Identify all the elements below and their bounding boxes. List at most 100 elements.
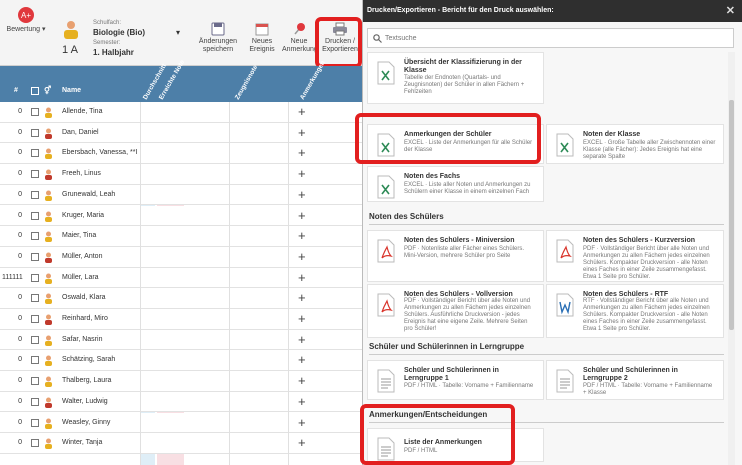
add-note-icon[interactable]: +	[298, 415, 306, 430]
student-name[interactable]: Reinhard, Miro	[62, 315, 108, 322]
row-checkbox[interactable]	[31, 170, 39, 179]
row-checkbox[interactable]	[31, 356, 39, 365]
new-event-button[interactable]: Neues Ereignis	[245, 22, 279, 54]
add-note-icon[interactable]: +	[298, 373, 306, 388]
report-card-class-grades[interactable]: Noten der Klasse EXCEL · Große Tabelle a…	[546, 124, 724, 164]
print-export-dialog: Drucken/Exportieren - Bericht für den Dr…	[362, 0, 742, 465]
table-row[interactable]: 0 Schätzing, Sarah +	[0, 350, 362, 372]
new-note-button[interactable]: Neue Anmerkung	[282, 22, 318, 54]
report-card-group1[interactable]: Schüler und Schülerinnen in Lerngruppe 1…	[367, 360, 544, 400]
scrollbar-thumb[interactable]	[729, 100, 734, 330]
row-checkbox[interactable]	[31, 190, 39, 199]
add-note-icon[interactable]: +	[298, 145, 306, 160]
add-note-icon[interactable]: +	[298, 435, 306, 450]
row-checkbox[interactable]	[31, 211, 39, 220]
row-checkbox[interactable]	[31, 252, 39, 261]
student-name[interactable]: Müller, Lara	[62, 274, 99, 281]
table-row[interactable]: 0 Winter, Tanja +	[0, 433, 362, 454]
add-note-icon[interactable]: +	[298, 290, 306, 305]
row-checkbox[interactable]	[31, 418, 39, 427]
rating-button[interactable]: A+ Bewertung ▾	[6, 6, 46, 34]
table-row[interactable]: 0 Dan, Daniel +	[0, 122, 362, 144]
student-name[interactable]: Ebersbach, Vanessa, **I	[62, 149, 137, 156]
table-row[interactable]: 111111 Müller, Lara +	[0, 267, 362, 289]
table-row[interactable]: 0 Oswald, Klara +	[0, 288, 362, 309]
report-card-rtf[interactable]: Noten des Schülers - RTF RTF · Vollständ…	[546, 284, 724, 338]
student-name[interactable]: Grunewald, Leah	[62, 191, 115, 198]
excel-file-icon	[556, 133, 574, 157]
print-export-button[interactable]: Drucken / Exportieren	[320, 22, 360, 54]
report-card-mini[interactable]: Noten des Schülers - Miniversion PDF · N…	[367, 230, 544, 282]
calendar-icon	[255, 23, 269, 36]
student-name[interactable]: Oswald, Klara	[62, 294, 106, 301]
female-student-icon	[45, 107, 52, 118]
add-note-icon[interactable]: +	[298, 332, 306, 347]
row-checkbox[interactable]	[31, 335, 39, 344]
table-row[interactable]: 0 Müller, Anton +	[0, 246, 362, 268]
add-note-icon[interactable]: +	[298, 208, 306, 223]
student-name[interactable]: Safar, Nasrin	[62, 336, 102, 343]
report-card-subject-grades[interactable]: Noten des Fachs EXCEL · Liste aller Note…	[367, 166, 544, 202]
table-row[interactable]: 0 Allende, Tina +	[0, 102, 362, 123]
table-row[interactable]: 0 Ebersbach, Vanessa, **I +	[0, 143, 362, 165]
student-name[interactable]: Maier, Tina	[62, 232, 96, 239]
report-card-full[interactable]: Noten des Schülers - Vollversion PDF · V…	[367, 284, 544, 338]
save-changes-button[interactable]: Änderungen speichern	[195, 22, 241, 54]
select-all-checkbox[interactable]	[31, 87, 39, 95]
add-note-icon[interactable]: +	[298, 352, 306, 367]
report-card-overview[interactable]: Übersicht der Klassifizierung in der Kla…	[367, 52, 544, 104]
student-name[interactable]: Winter, Tanja	[62, 439, 102, 446]
female-student-icon	[45, 231, 52, 243]
table-row[interactable]: 0 Kruger, Maria +	[0, 205, 362, 227]
row-checkbox[interactable]	[31, 128, 39, 137]
add-note-icon[interactable]: +	[298, 249, 306, 264]
add-note-icon[interactable]: +	[298, 104, 306, 119]
add-note-icon[interactable]: +	[298, 270, 306, 285]
table-row[interactable]: 0 Walter, Ludwig +	[0, 391, 362, 413]
report-card-note-list[interactable]: Liste der Anmerkungen PDF / HTML	[367, 428, 544, 462]
student-name[interactable]: Walter, Ludwig	[62, 398, 108, 405]
table-row[interactable]: 0 Reinhard, Miro +	[0, 309, 362, 330]
svg-text:A+: A+	[21, 11, 31, 20]
save-changes-label: Änderungen speichern	[198, 38, 238, 53]
report-card-student-notes[interactable]: Anmerkungen der Schüler EXCEL · Liste de…	[367, 124, 544, 164]
row-checkbox[interactable]	[31, 108, 39, 116]
student-name[interactable]: Dan, Daniel	[62, 129, 99, 136]
table-row[interactable]: 0 Safar, Nasrin +	[0, 329, 362, 351]
row-checkbox[interactable]	[31, 149, 39, 158]
row-checkbox[interactable]	[31, 397, 39, 406]
report-card-short[interactable]: Noten des Schülers - Kurzversion PDF · V…	[546, 230, 724, 282]
table-row[interactable]: 0 Freeh, Linus +	[0, 164, 362, 185]
class-subject-selector[interactable]: 1 A Schulfach: Biologie (Bio) Semester: …	[58, 14, 188, 58]
add-note-icon[interactable]: +	[298, 228, 306, 243]
table-row[interactable]: 0 Grunewald, Leah +	[0, 184, 362, 206]
student-name[interactable]: Allende, Tina	[62, 108, 102, 115]
row-checkbox[interactable]	[31, 232, 39, 241]
student-name[interactable]: Weasley, Ginny	[62, 419, 110, 426]
add-note-icon[interactable]: +	[298, 125, 306, 140]
row-checkbox[interactable]	[31, 273, 39, 282]
row-number: 0	[18, 418, 22, 426]
student-name[interactable]: Müller, Anton	[62, 253, 102, 260]
table-row[interactable]: 0 Maier, Tina +	[0, 226, 362, 247]
row-number: 0	[18, 397, 22, 405]
name-header[interactable]: Name	[62, 87, 81, 94]
table-row[interactable]: 0 Thalberg, Laura +	[0, 371, 362, 392]
row-checkbox[interactable]	[31, 294, 39, 303]
add-note-icon[interactable]: +	[298, 394, 306, 409]
row-checkbox[interactable]	[31, 439, 39, 448]
search-box[interactable]	[367, 28, 734, 48]
row-checkbox[interactable]	[31, 315, 39, 323]
add-note-icon[interactable]: +	[298, 311, 306, 326]
report-card-group2[interactable]: Schüler und Schülerinnen in Lerngruppe 2…	[546, 360, 724, 400]
close-icon[interactable]: ✕	[726, 4, 735, 17]
table-row[interactable]: 0 Weasley, Ginny +	[0, 412, 362, 434]
student-name[interactable]: Freeh, Linus	[62, 170, 101, 177]
student-name[interactable]: Kruger, Maria	[62, 212, 104, 219]
student-name[interactable]: Thalberg, Laura	[62, 377, 111, 384]
row-checkbox[interactable]	[31, 377, 39, 386]
search-input[interactable]	[385, 32, 725, 45]
add-note-icon[interactable]: +	[298, 166, 306, 181]
student-name[interactable]: Schätzing, Sarah	[62, 356, 115, 363]
add-note-icon[interactable]: +	[298, 187, 306, 202]
